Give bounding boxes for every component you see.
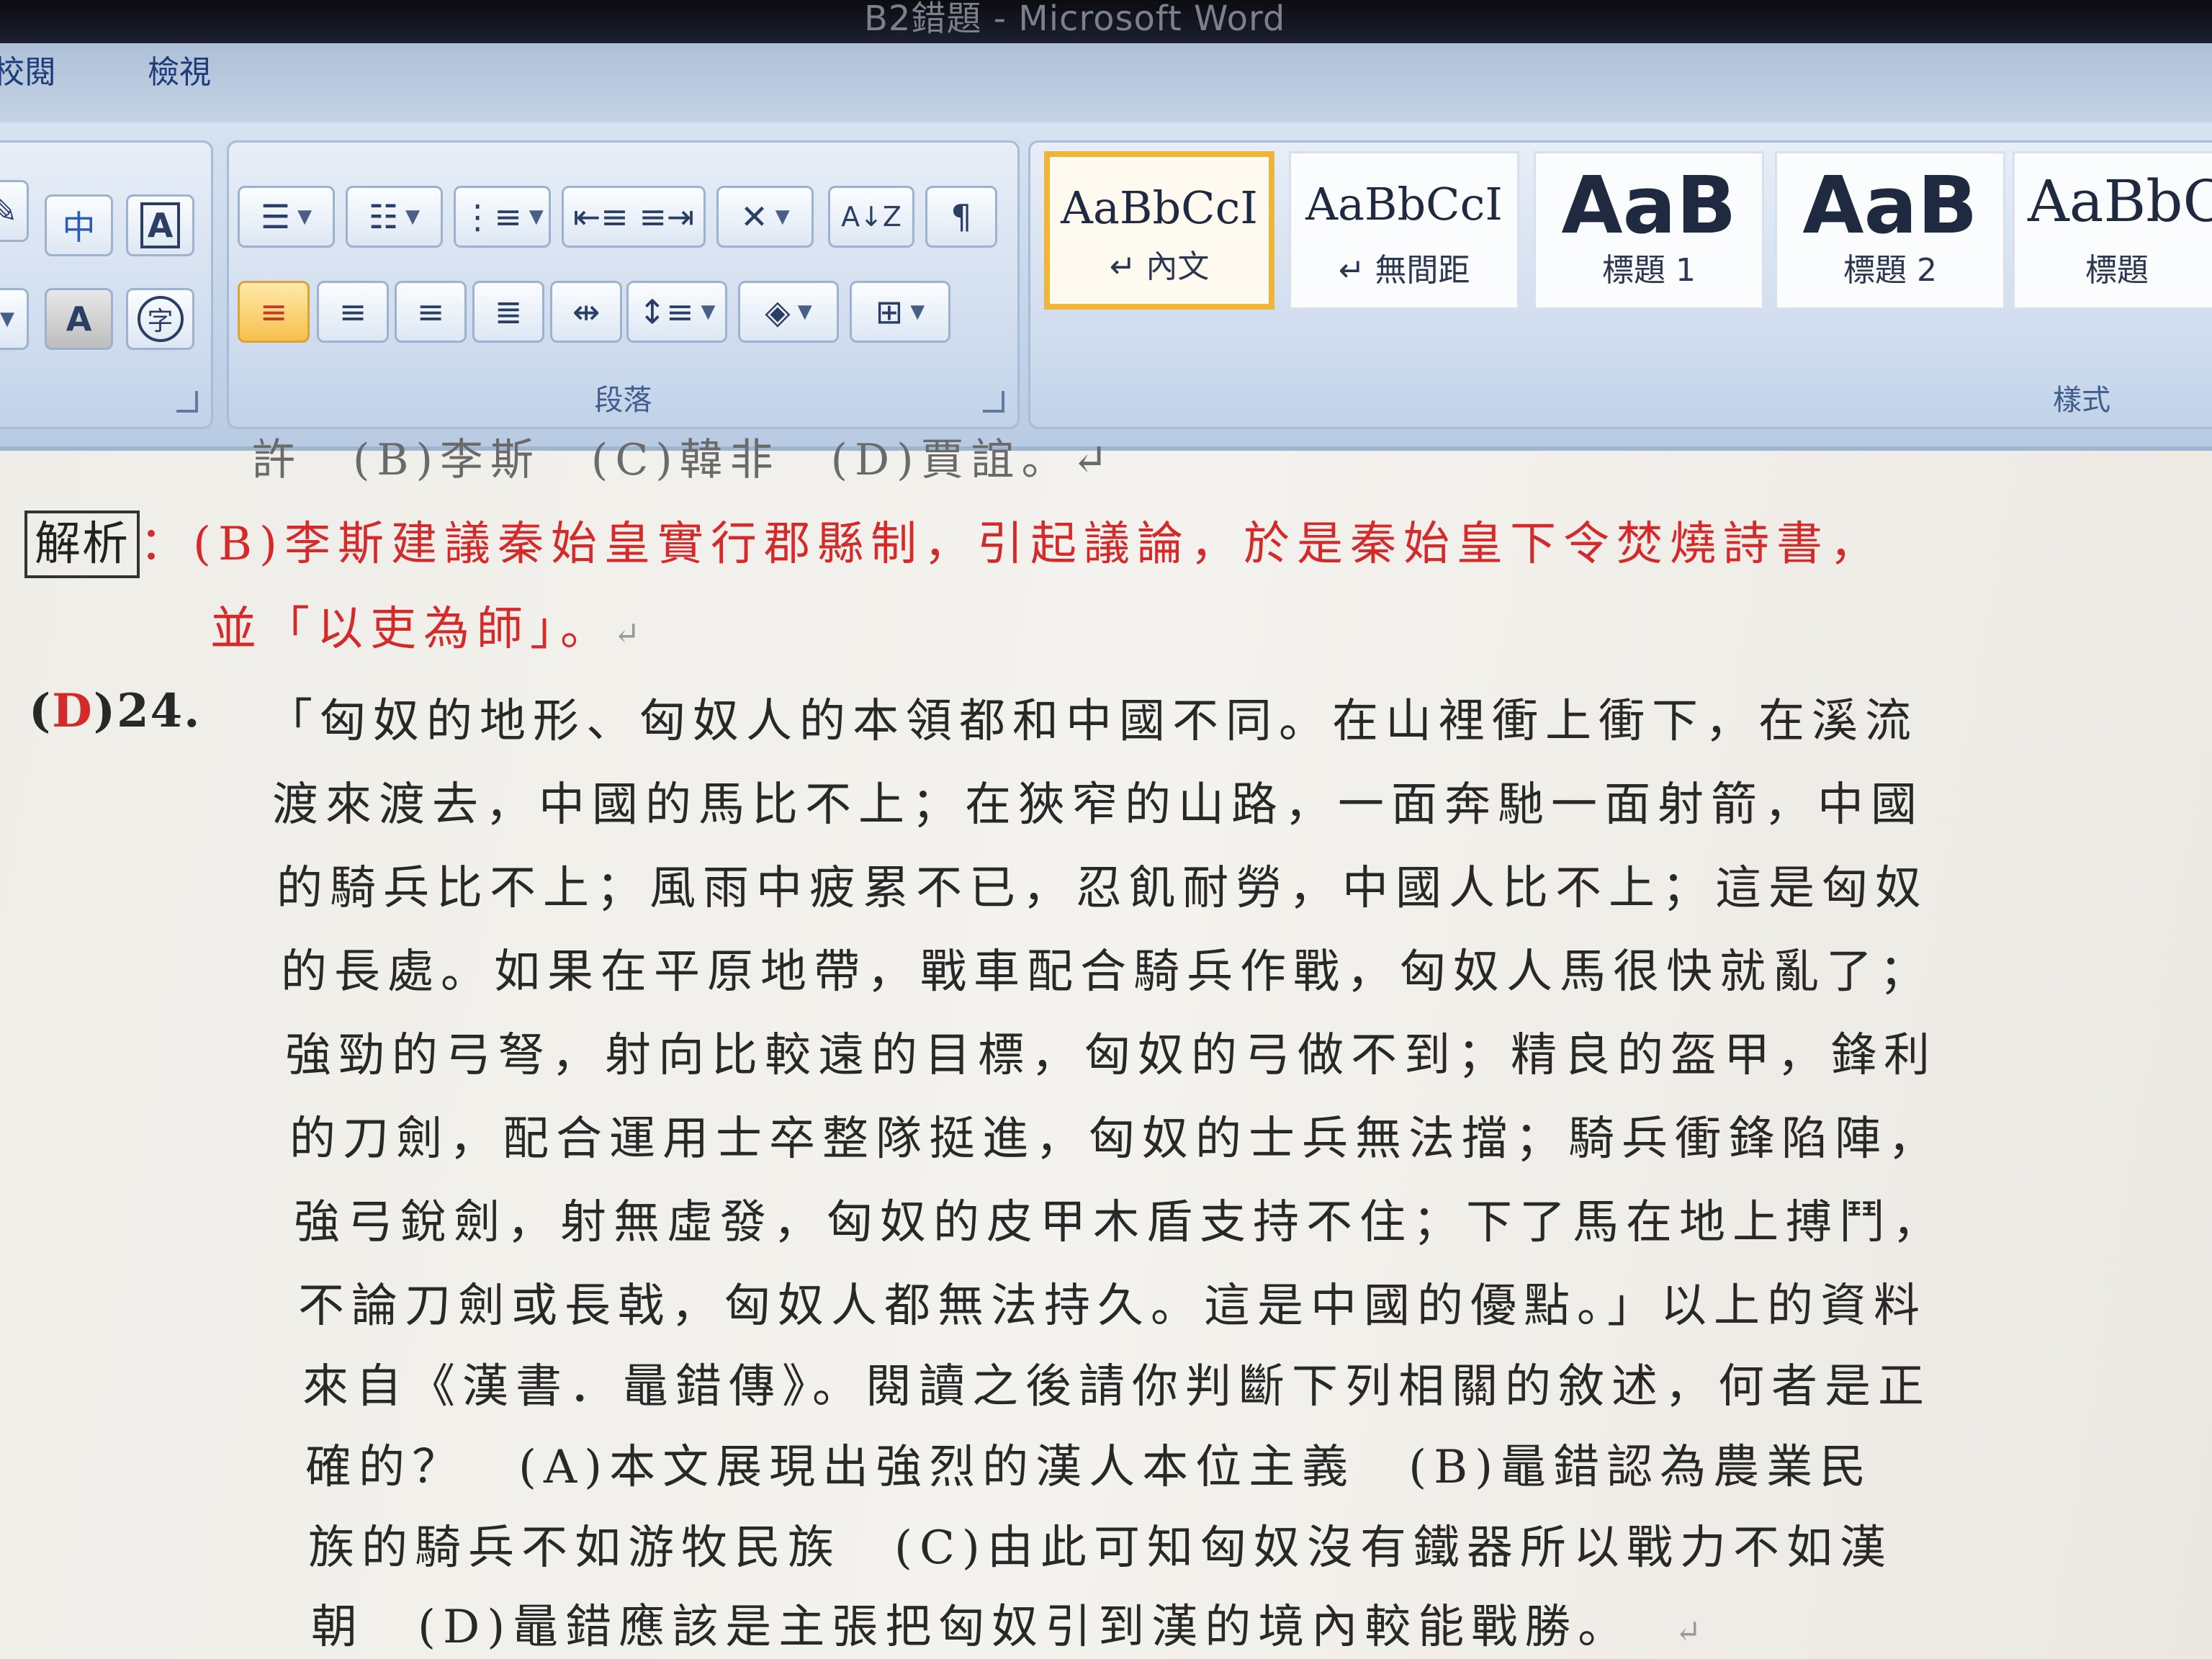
increase-indent-icon: ≡⇥ bbox=[639, 197, 695, 236]
phonetic-icon: 中 bbox=[62, 208, 96, 247]
show-marks-button[interactable]: ¶ bbox=[925, 186, 997, 248]
cut-off-options-line: 許 (B)李斯 (C)韓非 (D)賈誼。↵ bbox=[252, 435, 1115, 485]
paragraph-mark-icon: ¶ bbox=[950, 197, 972, 236]
question-line-last: 朝 (D)鼂錯應該是主張把匈奴引到漢的境內較能戰勝。 ↵ bbox=[311, 1590, 1701, 1656]
font-group bbox=[0, 140, 213, 429]
chevron-down-icon: ▼ bbox=[910, 301, 925, 323]
paragraph-group-label: 段落 bbox=[594, 384, 652, 417]
question-text: 朝 (D)鼂錯應該是主張把匈奴引到漢的境內較能戰勝。 bbox=[311, 1601, 1632, 1654]
analysis-label: 解析 bbox=[24, 511, 140, 578]
enclose-characters-button[interactable]: 字 bbox=[126, 288, 194, 350]
bullet-list-icon: ☰ bbox=[260, 197, 291, 236]
border-grid-icon: ⊞ bbox=[875, 292, 904, 331]
eraser-icon: ✎ bbox=[0, 192, 18, 230]
style-name: ↵ 內文 bbox=[1109, 248, 1210, 285]
chevron-down-icon: ▼ bbox=[701, 301, 716, 323]
style-name: 標題 bbox=[2085, 252, 2149, 289]
question-line: 族的騎兵不如游牧民族 (C)由此可知匈奴沒有鐵器所以戰力不如漢 bbox=[308, 1521, 1893, 1575]
paragraph-mark: ↵ bbox=[1674, 1614, 1701, 1650]
style-sample: AaBbCcI bbox=[1061, 181, 1258, 234]
text-direction-icon: ✕ bbox=[740, 197, 768, 236]
justify-button[interactable]: ≣ bbox=[472, 281, 544, 343]
paragraph-mark: ↵ bbox=[613, 616, 640, 652]
font-color-dropdown[interactable]: ▼ bbox=[0, 288, 29, 350]
tab-view[interactable]: 檢視 bbox=[148, 46, 211, 92]
style-title[interactable]: AaBbC 標題 bbox=[2013, 151, 2212, 310]
character-shading-button[interactable]: A bbox=[45, 288, 113, 350]
analysis-line-2: 並「以吏為師」。↵ bbox=[210, 592, 640, 658]
style-sample: AaBbC bbox=[2028, 168, 2212, 235]
question-line: 的騎兵比不上；風雨中疲累不已，忍飢耐勞，中國人比不上；這是匈奴 bbox=[276, 862, 1928, 915]
question-line: 來自《漢書．鼂錯傳》。閱讀之後請你判斷下列相關的敘述，何者是正 bbox=[302, 1360, 1931, 1413]
style-heading-1[interactable]: AaB 標題 1 bbox=[1534, 151, 1764, 310]
style-heading-2[interactable]: AaB 標題 2 bbox=[1775, 151, 2005, 310]
style-normal[interactable]: AaBbCcI ↵ 內文 bbox=[1044, 151, 1274, 310]
window-title: B2錯題 - Microsoft Word bbox=[864, 0, 1286, 39]
multilevel-list-button[interactable]: ⋮≡ ▼ bbox=[454, 186, 551, 248]
question-line: 的長處。如果在平原地帶，戰車配合騎兵作戰，匈奴人馬很快就亂了； bbox=[281, 945, 1933, 999]
style-name: ↵ 無間距 bbox=[1338, 252, 1470, 289]
borders-button[interactable]: ⊞ ▼ bbox=[850, 281, 950, 343]
align-left-icon: ≡ bbox=[259, 292, 288, 331]
style-sample: AaB bbox=[1802, 159, 1978, 251]
question-line: 強弓銳劍，射無虛發，匈奴的皮甲木盾支持不住；下了馬在地上搏鬥， bbox=[294, 1196, 1946, 1249]
tab-review[interactable]: 校閱 bbox=[0, 46, 56, 92]
distribute-icon: ⇹ bbox=[572, 292, 601, 331]
line-spacing-icon: ↕≡ bbox=[638, 292, 694, 331]
question-line: 的刀劍，配合運用士卒整隊挺進，匈奴的士兵無法擋；騎兵衝鋒陷陣， bbox=[289, 1112, 1941, 1166]
chevron-down-icon: ▼ bbox=[775, 206, 790, 228]
chevron-down-icon: ▼ bbox=[297, 206, 313, 228]
analysis-text: 並「以吏為師」。 bbox=[210, 603, 613, 656]
enclose-char-icon: 字 bbox=[137, 296, 184, 342]
phonetic-guide-button[interactable]: 中 bbox=[45, 194, 113, 256]
question-number: (D)24. bbox=[29, 684, 202, 738]
sort-button[interactable]: A↓Z bbox=[828, 186, 914, 248]
chevron-down-icon: ▼ bbox=[0, 308, 14, 330]
numbering-button[interactable]: ☷ ▼ bbox=[346, 186, 443, 248]
align-center-icon: ≡ bbox=[338, 292, 367, 331]
align-center-button[interactable]: ≡ bbox=[317, 281, 389, 343]
styles-group-label: 樣式 bbox=[2053, 384, 2110, 417]
align-right-button[interactable]: ≡ bbox=[395, 281, 467, 343]
indent-buttons[interactable]: ⇤≡ ≡⇥ bbox=[562, 186, 706, 248]
decrease-indent-icon: ⇤≡ bbox=[572, 197, 629, 236]
font-dialog-launcher[interactable] bbox=[176, 391, 198, 413]
chevron-down-icon: ▼ bbox=[529, 206, 544, 228]
bullets-button[interactable]: ☰ ▼ bbox=[238, 186, 335, 248]
question-line: 確的？ (A)本文展現出強烈的漢人本位主義 (B)鼂錯認為農業民 bbox=[305, 1441, 1874, 1494]
question-line: 強勁的弓弩，射向比較遠的目標，匈奴的弓做不到；精良的盔甲，鋒利 bbox=[285, 1029, 1937, 1082]
ribbon-tab-bar bbox=[0, 43, 2212, 130]
style-sample: AaB bbox=[1561, 159, 1737, 251]
chevron-down-icon: ▼ bbox=[405, 206, 421, 228]
line-spacing-button[interactable]: ↕≡ ▼ bbox=[626, 281, 727, 343]
align-left-button[interactable]: ≡ bbox=[238, 281, 310, 343]
char-border-icon: A bbox=[140, 202, 181, 248]
distribute-button[interactable]: ⇹ bbox=[550, 281, 622, 343]
analysis-line-1: 解析 ：(B)李斯建議秦始皇實行郡縣制，引起議論，於是秦始皇下令焚燒詩書， bbox=[24, 507, 1883, 578]
style-name: 標題 1 bbox=[1602, 252, 1696, 289]
character-border-button[interactable]: A bbox=[126, 194, 194, 256]
multilevel-list-icon: ⋮≡ bbox=[461, 197, 522, 236]
paint-bucket-icon: ◈ bbox=[765, 292, 791, 331]
justify-icon: ≣ bbox=[494, 292, 523, 331]
shading-button[interactable]: ◈ ▼ bbox=[738, 281, 839, 343]
question-line: 「匈奴的地形、匈奴人的本領都和中國不同。在山裡衝上衝下，在溪流 bbox=[266, 695, 1918, 748]
char-shading-icon: A bbox=[66, 300, 92, 338]
question-index: 24. bbox=[117, 684, 202, 738]
sort-icon: A↓Z bbox=[841, 201, 902, 233]
align-right-icon: ≡ bbox=[416, 292, 445, 331]
paragraph-dialog-launcher[interactable] bbox=[983, 391, 1004, 413]
numbered-list-icon: ☷ bbox=[368, 197, 399, 236]
style-name: 標題 2 bbox=[1843, 252, 1937, 289]
analysis-text: ：(B)李斯建議秦始皇實行郡縣制，引起議論，於是秦始皇下令焚燒詩書， bbox=[140, 518, 1883, 571]
question-line: 渡來渡去，中國的馬比不上；在狹窄的山路，一面奔馳一面射箭，中國 bbox=[272, 778, 1924, 832]
title-bar: B2錯題 - Microsoft Word bbox=[0, 0, 2212, 43]
question-line: 不論刀劍或長戟，匈奴人都無法持久。這是中國的優點。」以上的資料 bbox=[298, 1280, 1927, 1333]
style-no-spacing[interactable]: AaBbCcI ↵ 無間距 bbox=[1289, 151, 1519, 310]
style-sample: AaBbCcI bbox=[1305, 178, 1503, 230]
text-direction-button[interactable]: ✕ ▼ bbox=[716, 186, 814, 248]
clear-format-button[interactable]: ✎ bbox=[0, 180, 29, 242]
answer-letter: D bbox=[52, 684, 94, 738]
chevron-down-icon: ▼ bbox=[797, 301, 812, 323]
